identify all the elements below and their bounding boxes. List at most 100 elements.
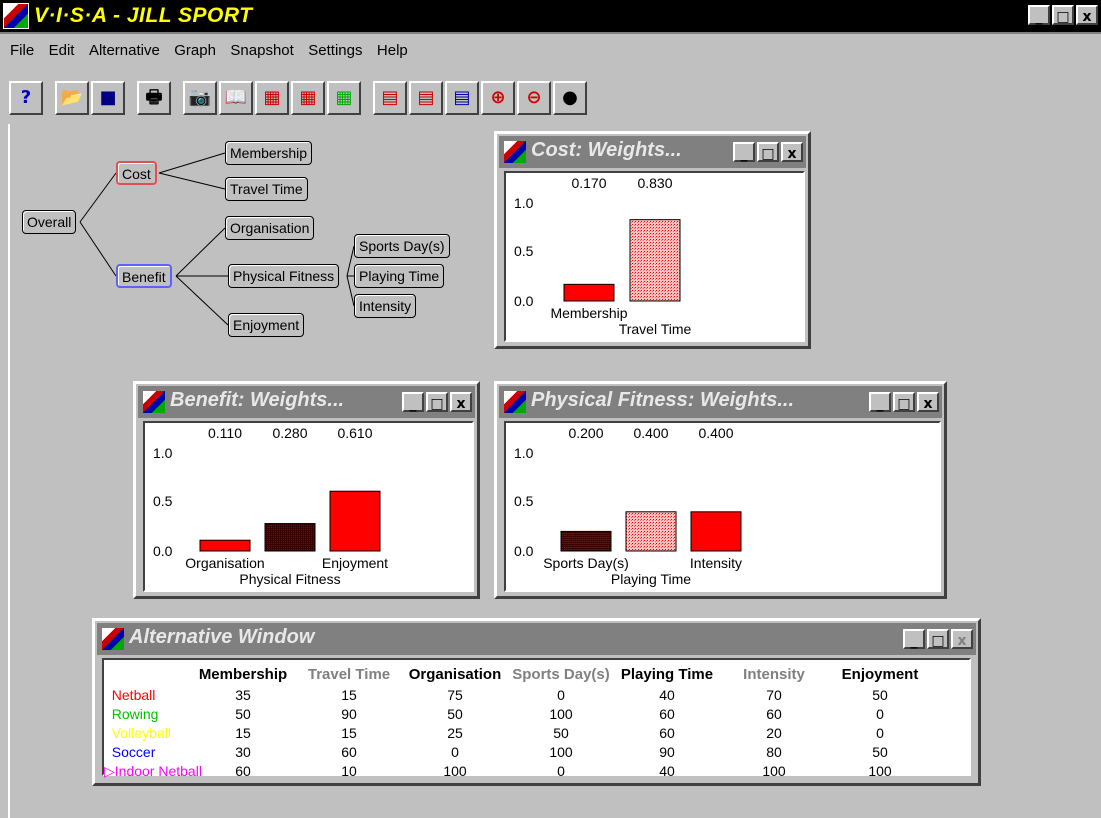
score-cell[interactable]: 0	[511, 763, 611, 779]
tree-node-intensity[interactable]: Intensity	[354, 294, 417, 318]
bar-value-label: 0.200	[568, 425, 603, 441]
y-tick-label: 0.0	[514, 543, 534, 559]
maximize-button[interactable]: □	[426, 392, 448, 412]
score-cell[interactable]: 30	[193, 744, 293, 760]
minimize-button[interactable]: _	[903, 629, 925, 649]
close-button[interactable]: x	[450, 392, 472, 412]
score-cell[interactable]: 20	[724, 725, 824, 741]
tree-node-physical-fitness[interactable]: Physical Fitness	[228, 264, 340, 288]
score-cell[interactable]: 50	[830, 744, 930, 760]
cost-window-controls: _ □ x	[731, 142, 803, 163]
alternative-name[interactable]: Volleyball	[104, 725, 171, 741]
column-header[interactable]: Sports Day(s)	[511, 666, 611, 683]
score-cell[interactable]: 60	[299, 744, 399, 760]
alternative-window[interactable]: Alternative Window _ □ x Membership Travel …	[92, 618, 981, 786]
score-cell[interactable]: 0	[830, 706, 930, 722]
benefit-window-controls: _ □ x	[400, 392, 472, 413]
tree-node-playing-time[interactable]: Playing Time	[354, 264, 445, 288]
score-cell[interactable]: 50	[830, 687, 930, 703]
cost-weights-chart: 1.0 0.5 0.0 0.170 Membership 0.830 Travel Time	[514, 175, 692, 337]
bar-value-label: 0.110	[208, 425, 242, 441]
alternative-name[interactable]: Netball	[104, 687, 156, 703]
y-tick-label: 0.5	[514, 243, 534, 259]
tree-node-organisation[interactable]: Organisation	[225, 216, 315, 240]
score-cell[interactable]: 35	[193, 687, 293, 703]
minimize-button[interactable]: _	[869, 392, 891, 412]
score-cell[interactable]: 80	[724, 744, 824, 760]
maximize-button[interactable]: □	[893, 392, 915, 412]
cost-weights-window[interactable]: Cost: Weights... _ □ x 1.0 0.5 0.0 0.170 Membe…	[494, 131, 811, 349]
bar-2	[690, 511, 742, 552]
column-header[interactable]: Playing Time	[617, 666, 717, 683]
column-header[interactable]: Organisation	[405, 666, 505, 683]
score-cell[interactable]: 70	[724, 687, 824, 703]
score-cell[interactable]: 75	[405, 687, 505, 703]
alternative-name[interactable]: Rowing	[104, 706, 159, 722]
bar-value-label: 0.280	[272, 425, 307, 441]
score-cell[interactable]: 0	[511, 687, 611, 703]
close-button[interactable]: x	[917, 392, 939, 412]
y-tick-label: 1.0	[514, 195, 534, 211]
minimize-button[interactable]: _	[733, 142, 755, 162]
score-cell[interactable]: 100	[405, 763, 505, 779]
maximize-button[interactable]: □	[927, 629, 949, 649]
column-header[interactable]: Membership	[193, 666, 293, 683]
score-cell[interactable]: 60	[617, 706, 717, 722]
score-cell[interactable]: 15	[299, 725, 399, 741]
benefit-window-title-bar[interactable]: Benefit: Weights... _ □ x	[138, 386, 475, 418]
score-cell[interactable]: 40	[617, 687, 717, 703]
score-cell[interactable]: 100	[511, 706, 611, 722]
tree-node-benefit[interactable]: Benefit	[116, 264, 172, 288]
score-cell[interactable]: 0	[405, 744, 505, 760]
column-header[interactable]: Travel Time	[299, 666, 399, 683]
visa-app-icon[interactable]	[143, 391, 165, 413]
score-cell[interactable]: 40	[617, 763, 717, 779]
score-cell[interactable]: 100	[511, 744, 611, 760]
alt-window-title: Alternative Window	[129, 626, 315, 648]
score-cell[interactable]: 0	[830, 725, 930, 741]
category-label: Travel Time	[619, 321, 692, 337]
alt-window-title-bar[interactable]: Alternative Window _ □ x	[97, 623, 976, 655]
close-button: x	[951, 629, 973, 649]
bar-2	[329, 490, 381, 552]
visa-app-icon[interactable]	[504, 141, 526, 163]
tree-node-sports-days[interactable]: Sports Day(s)	[354, 234, 450, 258]
score-cell[interactable]: 15	[299, 687, 399, 703]
score-cell[interactable]: 25	[405, 725, 505, 741]
category-label: Intensity	[690, 555, 742, 571]
score-cell[interactable]: 90	[299, 706, 399, 722]
benefit-weights-window[interactable]: Benefit: Weights... _ □ x 1.0 0.5 0.0 0.110 Or…	[133, 381, 480, 599]
column-header[interactable]: Enjoyment	[830, 666, 930, 683]
score-cell[interactable]: 60	[193, 763, 293, 779]
score-cell[interactable]: 60	[617, 725, 717, 741]
tree-node-cost[interactable]: Cost	[116, 161, 157, 185]
tree-node-enjoyment[interactable]: Enjoyment	[228, 313, 305, 337]
visa-app-icon[interactable]	[102, 628, 124, 650]
visa-app-icon[interactable]	[504, 391, 526, 413]
physical-fitness-weights-window[interactable]: Physical Fitness: Weights... _ □ x 1.0 0.5 0…	[494, 381, 947, 599]
cost-window-title-bar[interactable]: Cost: Weights... _ □ x	[499, 136, 806, 168]
score-cell[interactable]: 10	[299, 763, 399, 779]
score-cell[interactable]: 60	[724, 706, 824, 722]
column-header[interactable]: Intensity	[724, 666, 824, 683]
bar-0	[560, 530, 612, 552]
score-cell[interactable]: 100	[830, 763, 930, 779]
tree-node-overall[interactable]: Overall	[22, 210, 77, 234]
score-cell[interactable]: 50	[405, 706, 505, 722]
alternative-name[interactable]: Soccer	[104, 744, 156, 760]
score-cell[interactable]: 50	[511, 725, 611, 741]
maximize-button[interactable]: □	[757, 142, 779, 162]
score-cell[interactable]: 50	[193, 706, 293, 722]
score-cell[interactable]: 90	[617, 744, 717, 760]
tree-node-travel-time[interactable]: Travel Time	[225, 177, 308, 201]
minimize-button[interactable]: _	[402, 392, 424, 412]
score-cell[interactable]: 100	[724, 763, 824, 779]
benefit-window-title: Benefit: Weights...	[170, 389, 345, 411]
alternative-name[interactable]: ▷Indoor Netball	[104, 763, 202, 780]
score-cell[interactable]: 15	[193, 725, 293, 741]
fitness-window-title-bar[interactable]: Physical Fitness: Weights... _ □ x	[499, 386, 942, 418]
bar-value-label: 0.170	[571, 175, 606, 191]
category-label: Sports Day(s)	[543, 555, 629, 571]
close-button[interactable]: x	[781, 142, 803, 162]
tree-node-membership[interactable]: Membership	[225, 141, 313, 165]
